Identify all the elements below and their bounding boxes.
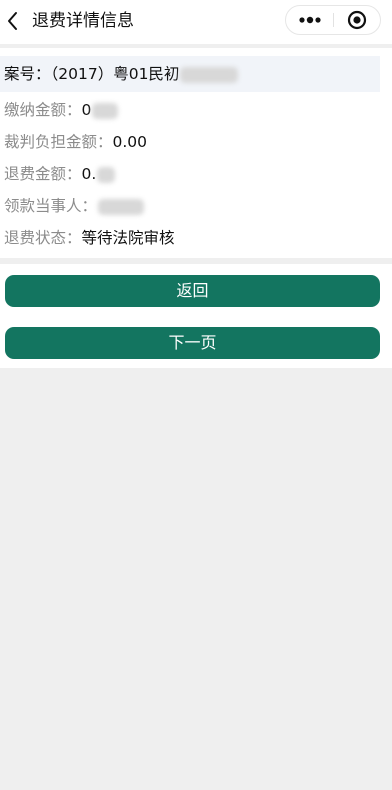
paid-amount-row: 缴纳金额：0 [4, 99, 119, 121]
close-miniprogram-button[interactable] [334, 6, 380, 34]
redacted-payee-name [98, 198, 145, 215]
burden-amount-label: 裁判负担金额： [4, 133, 113, 151]
nav-bar: 退费详情信息 [0, 0, 392, 44]
case-number-row: 案号：（2017）粤01民初 [0, 56, 380, 92]
redacted-case-number [180, 66, 239, 83]
refund-amount-row: 退费金额：0. [4, 163, 116, 185]
refund-status-value: 等待法院审核 [81, 229, 175, 247]
more-dots-icon [298, 16, 321, 24]
refund-details-card: 案号：（2017）粤01民初 缴纳金额：0 裁判负担金额：0.00 退费金额：0… [0, 48, 392, 258]
more-button[interactable] [286, 6, 333, 34]
refund-amount-label: 退费金额： [4, 165, 82, 183]
record-circle-icon [347, 10, 367, 30]
chevron-left-icon [8, 12, 17, 30]
payee-row: 领款当事人： [4, 195, 145, 217]
burden-amount-value: 0.00 [112, 133, 148, 151]
case-number: 案号：（2017）粤01民初 [4, 63, 239, 85]
menu-capsule [285, 5, 381, 35]
page-title: 退费详情信息 [32, 11, 134, 31]
redacted-refund-amount [97, 166, 116, 183]
refund-amount-value: 0. [81, 165, 97, 183]
case-number-value: （2017）粤01民初 [50, 65, 180, 83]
paid-amount-value: 0 [81, 101, 92, 119]
back-action-button[interactable]: 返回 [5, 275, 380, 307]
case-number-label: 案号： [4, 65, 51, 83]
refund-status-label: 退费状态： [4, 229, 82, 247]
button-area: 返回 下一页 [0, 264, 392, 368]
refund-status-row: 退费状态：等待法院审核 [4, 227, 175, 249]
back-button[interactable] [3, 10, 25, 32]
payee-label: 领款当事人： [4, 197, 98, 215]
redacted-paid-amount [92, 102, 119, 119]
burden-amount-row: 裁判负担金额：0.00 [4, 131, 147, 153]
next-page-button[interactable]: 下一页 [5, 327, 380, 359]
paid-amount-label: 缴纳金额： [4, 101, 82, 119]
